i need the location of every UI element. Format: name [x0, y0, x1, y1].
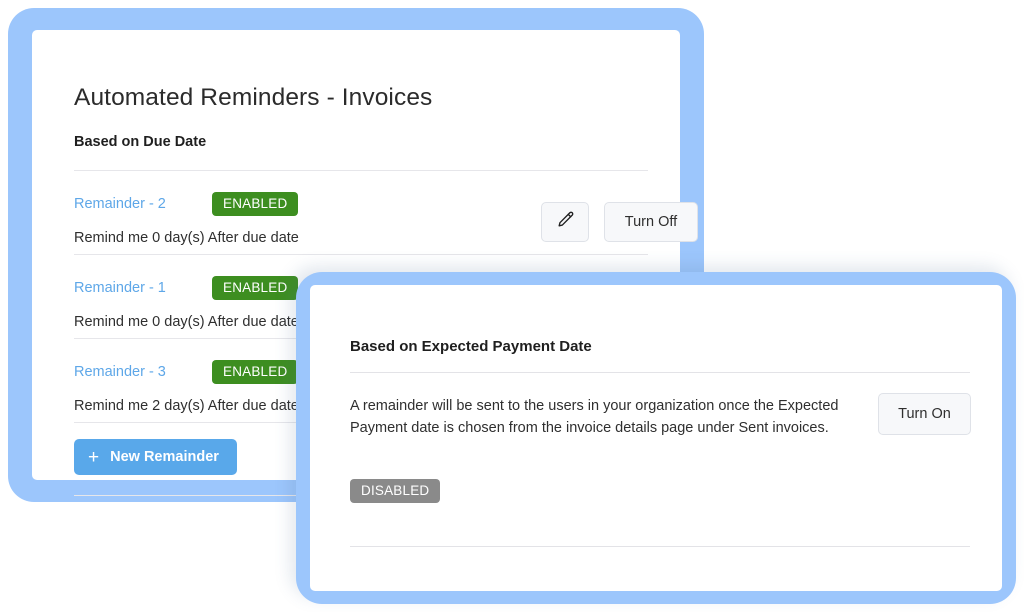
reminder-description: Remind me 2 day(s) After due date	[74, 398, 299, 414]
pencil-icon	[556, 210, 575, 234]
reminder-row: Remainder - 2 ENABLED Remind me 0 day(s)…	[74, 170, 698, 254]
new-reminder-button[interactable]: + New Remainder	[74, 439, 237, 475]
divider	[350, 372, 970, 373]
status-badge: ENABLED	[212, 360, 299, 384]
reminder-name-link[interactable]: Remainder - 2	[74, 196, 166, 212]
section-heading-due-date: Based on Due Date	[74, 134, 207, 150]
status-badge: DISABLED	[350, 479, 441, 503]
expected-payment-card: Based on Expected Payment Date A remaind…	[310, 285, 1002, 591]
page-title: Automated Reminders - Invoices	[74, 84, 433, 111]
expected-payment-description: A remainder will be sent to the users in…	[350, 398, 839, 436]
edit-reminder-button[interactable]	[541, 202, 589, 242]
reminder-description: Remind me 0 day(s) After due date	[74, 230, 299, 246]
divider	[350, 546, 970, 547]
new-reminder-label: New Remainder	[110, 449, 219, 465]
reminder-description: Remind me 0 day(s) After due date	[74, 314, 299, 330]
turn-on-button[interactable]: Turn On	[878, 393, 971, 435]
section-heading-expected-payment: Based on Expected Payment Date	[350, 338, 592, 355]
plus-icon: +	[88, 446, 100, 468]
turn-off-button[interactable]: Turn Off	[604, 202, 698, 242]
status-badge: ENABLED	[212, 192, 299, 216]
reminder-name-link[interactable]: Remainder - 1	[74, 280, 166, 296]
expected-payment-card-frame: Based on Expected Payment Date A remaind…	[296, 272, 1016, 604]
reminder-name-link[interactable]: Remainder - 3	[74, 364, 166, 380]
status-badge: ENABLED	[212, 276, 299, 300]
